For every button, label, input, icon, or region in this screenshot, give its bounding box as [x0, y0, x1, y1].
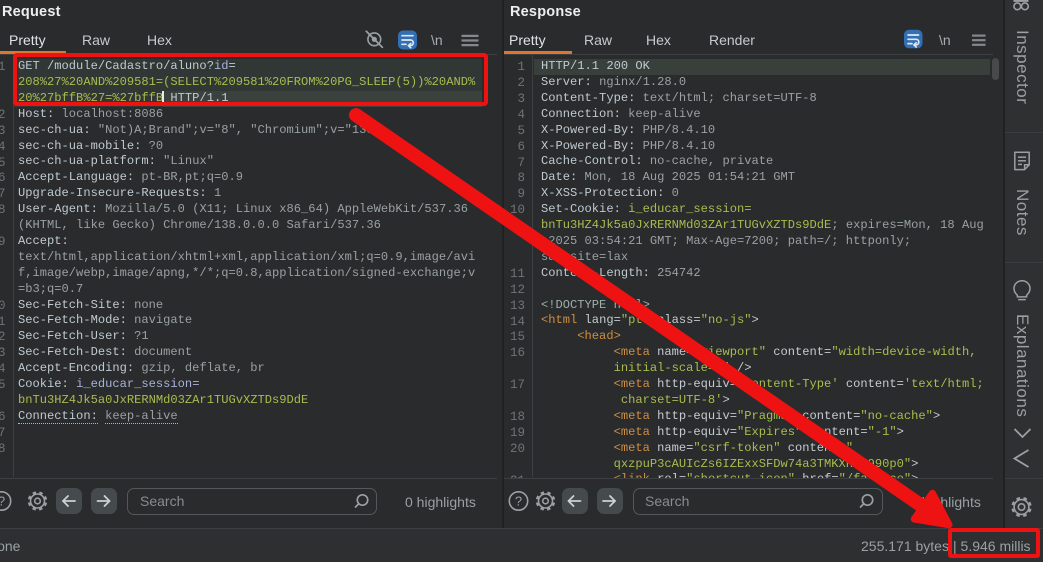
svg-text:?: ? [515, 494, 522, 509]
svg-text:?: ? [0, 494, 5, 509]
